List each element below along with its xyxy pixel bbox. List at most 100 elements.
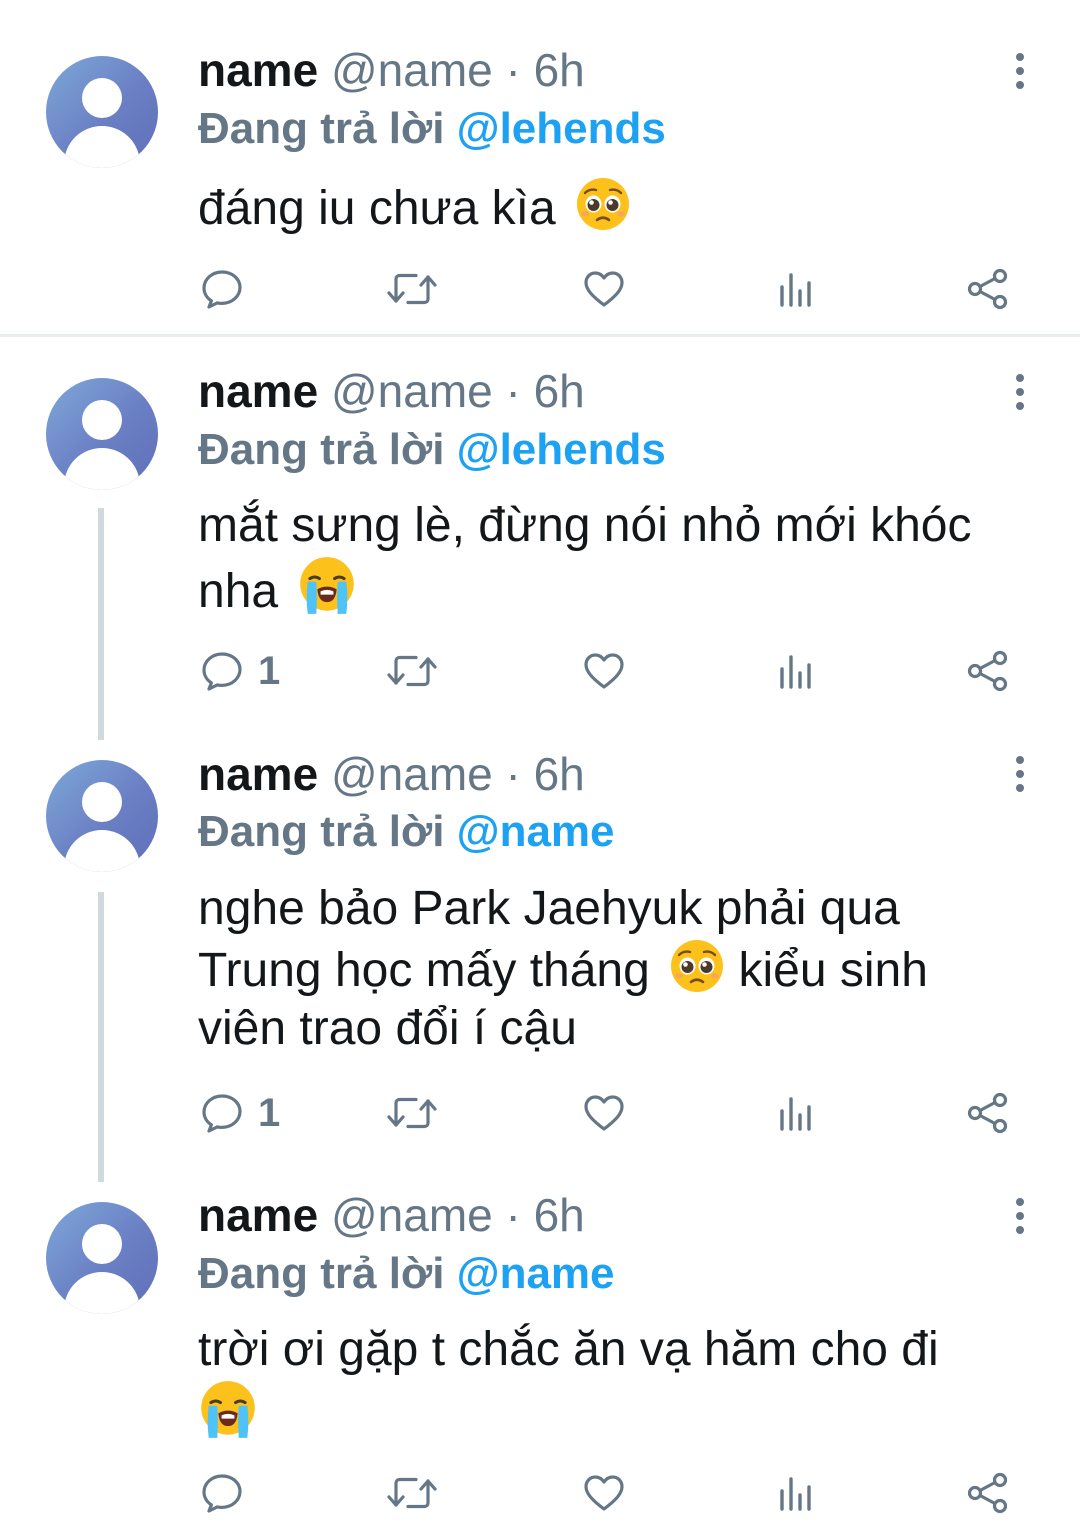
reply-prefix: Đang trả lời — [198, 425, 445, 474]
reply-button[interactable] — [200, 264, 258, 314]
like-button[interactable] — [582, 646, 626, 696]
like-icon — [582, 649, 626, 693]
reply-icon — [200, 649, 244, 693]
avatar[interactable] — [46, 378, 158, 490]
reply-button[interactable]: 1 — [200, 1088, 280, 1138]
action-bar — [0, 264, 1080, 314]
loudly-crying-face-emoji-icon — [297, 555, 357, 615]
tweet-header: name @name · 6h — [198, 1187, 585, 1243]
reply-icon — [200, 1091, 244, 1135]
handle-and-time: @name · 6h — [330, 44, 585, 96]
share-button[interactable] — [966, 646, 1010, 696]
more-options-icon[interactable] — [1006, 51, 1034, 91]
like-button[interactable] — [582, 264, 626, 314]
share-icon — [966, 267, 1010, 311]
more-options-icon[interactable] — [1006, 1196, 1034, 1236]
retweet-button[interactable] — [386, 646, 438, 696]
replying-to: Đang trả lời @name — [198, 804, 615, 860]
reply-mention-link[interactable]: @name — [457, 807, 615, 856]
display-name[interactable]: name — [198, 1189, 318, 1241]
reply-button[interactable] — [200, 1468, 258, 1518]
retweet-icon — [386, 1091, 438, 1135]
tweet-1[interactable]: name @name · 6h Đang trả lời @lehends đá… — [0, 0, 1080, 334]
share-icon — [966, 1091, 1010, 1135]
handle-and-time: @name · 6h — [330, 1189, 585, 1241]
loudly-crying-face-emoji-icon — [198, 1379, 258, 1439]
avatar-body-shape — [64, 126, 140, 168]
reply-count: 1 — [258, 1090, 281, 1135]
action-bar: 1 — [0, 646, 1080, 696]
tweet-text-body: trời ơi gặp t chắc ăn vạ hăm cho đi — [198, 1323, 939, 1376]
tweet-text: trời ơi gặp t chắc ăn vạ hăm cho đi — [198, 1321, 998, 1445]
tweet-text: đáng iu chưa kìa — [198, 176, 1038, 238]
analytics-icon — [776, 1091, 816, 1135]
display-name[interactable]: name — [198, 44, 318, 96]
handle-and-time: @name · 6h — [330, 365, 585, 417]
share-button[interactable] — [966, 1468, 1010, 1518]
retweet-icon — [386, 649, 438, 693]
action-bar: 1 — [0, 1088, 1080, 1138]
analytics-button[interactable] — [776, 646, 816, 696]
like-button[interactable] — [582, 1468, 626, 1518]
reply-prefix: Đang trả lời — [198, 807, 445, 856]
avatar-body-shape — [64, 830, 140, 872]
display-name[interactable]: name — [198, 748, 318, 800]
tweet-divider — [0, 334, 1080, 337]
pleading-face-emoji-icon — [669, 938, 725, 994]
tweet-4[interactable]: name @name · 6h Đang trả lời @name trời … — [0, 1162, 1080, 1537]
tweet-2[interactable]: name @name · 6h Đang trả lời @lehends mắ… — [0, 338, 1080, 720]
like-icon — [582, 267, 626, 311]
replying-to: Đang trả lời @lehends — [198, 422, 666, 478]
like-icon — [582, 1471, 626, 1515]
reply-mention-link[interactable]: @lehends — [457, 425, 666, 474]
analytics-button[interactable] — [776, 1468, 816, 1518]
tweet-3[interactable]: name @name · 6h Đang trả lời @name nghe … — [0, 720, 1080, 1162]
more-options-icon[interactable] — [1006, 372, 1034, 412]
reply-mention-link[interactable]: @name — [457, 1249, 615, 1298]
like-button[interactable] — [582, 1088, 626, 1138]
avatar[interactable] — [46, 1202, 158, 1314]
avatar[interactable] — [46, 760, 158, 872]
analytics-button[interactable] — [776, 264, 816, 314]
share-icon — [966, 1471, 1010, 1515]
retweet-icon — [386, 1471, 438, 1515]
tweet-header: name @name · 6h — [198, 363, 585, 419]
analytics-icon — [776, 649, 816, 693]
retweet-button[interactable] — [386, 1468, 438, 1518]
avatar[interactable] — [46, 56, 158, 168]
reply-mention-link[interactable]: @lehends — [457, 104, 666, 153]
avatar-head-shape — [82, 78, 122, 118]
retweet-icon — [386, 267, 438, 311]
tweet-text: mắt sưng lè, đừng nói nhỏ mới khóc nha — [198, 497, 1028, 621]
pleading-face-emoji-icon — [575, 176, 631, 232]
analytics-button[interactable] — [776, 1088, 816, 1138]
like-icon — [582, 1091, 626, 1135]
tweet-header: name @name · 6h — [198, 42, 585, 98]
tweet-text-body: đáng iu chưa kìa — [198, 182, 556, 235]
avatar-head-shape — [82, 400, 122, 440]
tweet-header: name @name · 6h — [198, 746, 585, 802]
avatar-head-shape — [82, 782, 122, 822]
reply-icon — [200, 1471, 244, 1515]
replying-to: Đang trả lời @lehends — [198, 101, 666, 157]
share-button[interactable] — [966, 264, 1010, 314]
reply-button[interactable]: 1 — [200, 646, 280, 696]
reply-icon — [200, 267, 244, 311]
share-button[interactable] — [966, 1088, 1010, 1138]
avatar-body-shape — [64, 1272, 140, 1314]
tweet-text: nghe bảo Park Jaehyuk phải qua Trung học… — [198, 880, 998, 1058]
reply-prefix: Đang trả lời — [198, 104, 445, 153]
reply-count: 1 — [258, 648, 281, 693]
display-name[interactable]: name — [198, 365, 318, 417]
retweet-button[interactable] — [386, 1088, 438, 1138]
reply-prefix: Đang trả lời — [198, 1249, 445, 1298]
avatar-head-shape — [82, 1224, 122, 1264]
analytics-icon — [776, 1471, 816, 1515]
share-icon — [966, 649, 1010, 693]
retweet-button[interactable] — [386, 264, 438, 314]
replying-to: Đang trả lời @name — [198, 1246, 615, 1302]
more-options-icon[interactable] — [1006, 754, 1034, 794]
avatar-body-shape — [64, 448, 140, 490]
analytics-icon — [776, 267, 816, 311]
handle-and-time: @name · 6h — [330, 748, 585, 800]
